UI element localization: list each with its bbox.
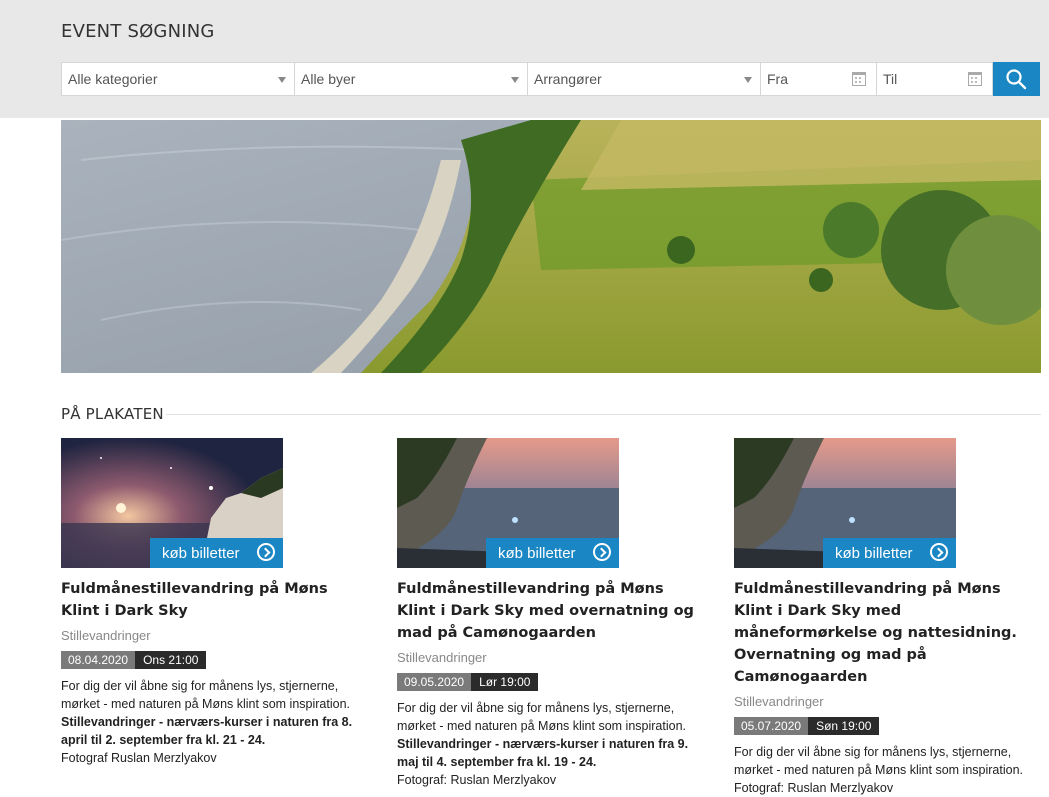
search-form: Alle kategorier Alle byer Arrangører Fra… (61, 62, 1041, 96)
buy-tickets-label: køb billetter (162, 544, 240, 562)
event-image[interactable]: køb billetter (734, 438, 956, 568)
city-select-value: Alle byer (301, 71, 356, 87)
section-title: PÅ PLAKATEN (61, 405, 164, 423)
to-date-placeholder: Til (883, 71, 898, 87)
search-button[interactable] (992, 62, 1040, 96)
event-category: Stillevandringer (734, 694, 824, 709)
event-description-bold: Stillevandringer - nærværs-kurser i natu… (397, 737, 689, 769)
coastline-illustration (61, 120, 1041, 373)
from-date-placeholder: Fra (767, 71, 788, 87)
chevron-down-icon (278, 77, 286, 83)
event-title[interactable]: Fuldmånestillevandring på Møns Klint i D… (734, 578, 1034, 688)
event-date: 05.07.2020 (734, 717, 809, 735)
chevron-down-icon (511, 77, 519, 83)
arrow-right-circle-icon (593, 543, 611, 561)
chevron-down-icon (744, 77, 752, 83)
buy-tickets-button[interactable]: køb billetter (486, 538, 619, 568)
search-icon (1006, 69, 1027, 90)
hero-image (61, 120, 1041, 373)
category-select[interactable]: Alle kategorier (61, 62, 295, 96)
category-select-value: Alle kategorier (68, 71, 158, 87)
event-description: For dig der vil åbne sig for månens lys,… (61, 677, 371, 767)
buy-tickets-button[interactable]: køb billetter (823, 538, 956, 568)
event-image[interactable]: køb billetter (397, 438, 619, 568)
event-date: 09.05.2020 (397, 673, 472, 691)
event-photo-credit: Fotograf Ruslan Merzlyakov (61, 751, 217, 765)
from-date-field[interactable]: Fra (760, 62, 877, 96)
event-photo-credit: Fotograf: Ruslan Merzlyakov (397, 773, 557, 787)
calendar-icon[interactable] (968, 72, 982, 86)
event-date-row: 08.04.2020 Ons 21:00 (61, 651, 371, 669)
event-title[interactable]: Fuldmånestillevandring på Møns Klint i D… (397, 578, 697, 644)
event-time: Ons 21:00 (135, 651, 207, 669)
event-title[interactable]: Fuldmånestillevandring på Møns Klint i D… (61, 578, 361, 622)
event-description-bold: Stillevandringer - nærværs-kurser i natu… (61, 715, 353, 747)
event-description: For dig der vil åbne sig for månens lys,… (397, 699, 707, 789)
event-description-intro: For dig der vil åbne sig for månens lys,… (397, 701, 686, 733)
event-date-row: 09.05.2020 Lør 19:00 (397, 673, 707, 691)
arrow-right-circle-icon (257, 543, 275, 561)
event-card: køb billetter Fuldmånestillevandring på … (61, 438, 371, 767)
event-image[interactable]: køb billetter (61, 438, 283, 568)
buy-tickets-label: køb billetter (498, 544, 576, 562)
arrow-right-circle-icon (930, 543, 948, 561)
event-time: Lør 19:00 (471, 673, 539, 691)
city-select[interactable]: Alle byer (294, 62, 528, 96)
event-description-intro: For dig der vil åbne sig for månens lys,… (734, 745, 1023, 777)
search-title: EVENT SØGNING (61, 21, 215, 42)
event-date: 08.04.2020 (61, 651, 136, 669)
event-search-panel: EVENT SØGNING Alle kategorier Alle byer … (0, 0, 1049, 118)
event-card: køb billetter Fuldmånestillevandring på … (397, 438, 707, 789)
event-time: Søn 19:00 (808, 717, 880, 735)
event-date-row: 05.07.2020 Søn 19:00 (734, 717, 1044, 735)
organizer-select[interactable]: Arrangører (527, 62, 761, 96)
buy-tickets-label: køb billetter (835, 544, 913, 562)
event-description: For dig der vil åbne sig for månens lys,… (734, 743, 1044, 797)
event-description-intro: For dig der vil åbne sig for månens lys,… (61, 679, 350, 711)
calendar-icon[interactable] (852, 72, 866, 86)
to-date-field[interactable]: Til (876, 62, 993, 96)
organizer-select-value: Arrangører (534, 71, 602, 87)
section-divider (166, 414, 1041, 415)
event-category: Stillevandringer (397, 650, 487, 665)
event-card: køb billetter Fuldmånestillevandring på … (734, 438, 1044, 797)
buy-tickets-button[interactable]: køb billetter (150, 538, 283, 568)
event-category: Stillevandringer (61, 628, 151, 643)
